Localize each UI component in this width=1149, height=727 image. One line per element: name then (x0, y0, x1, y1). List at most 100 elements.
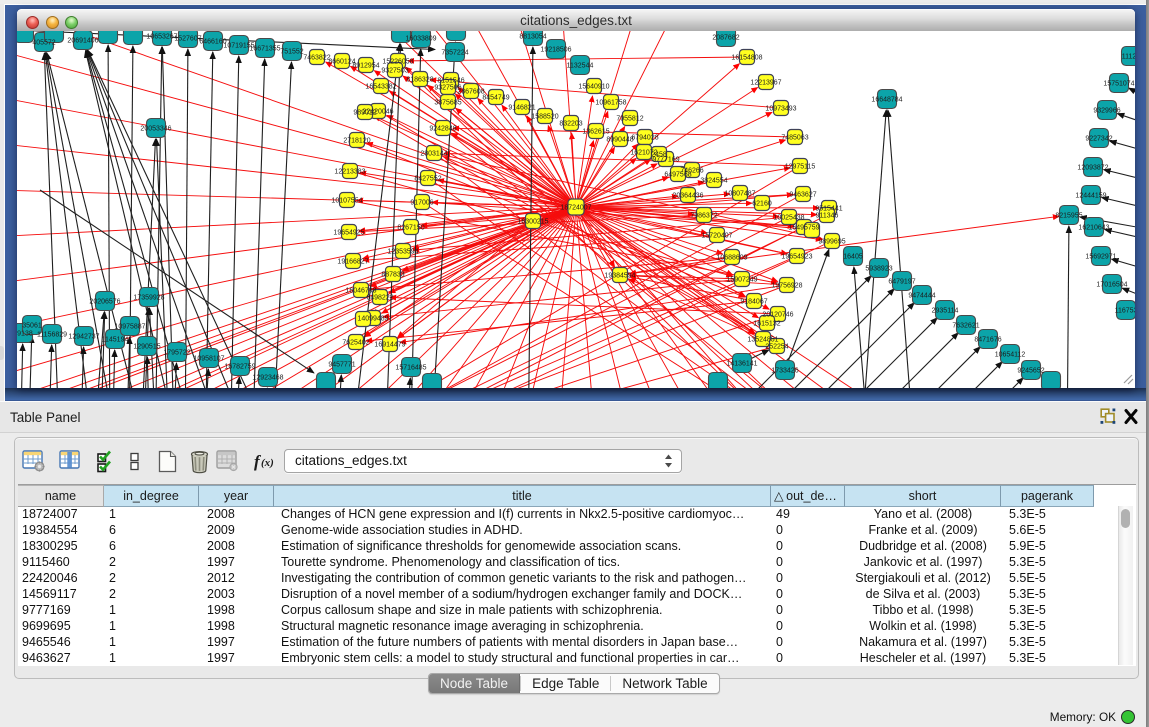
svg-text:12213383: 12213383 (334, 169, 365, 176)
svg-text:16543382: 16543382 (365, 84, 396, 91)
svg-text:7463822: 7463822 (303, 55, 330, 62)
svg-text:11156829: 11156829 (37, 332, 67, 339)
svg-text:12353594: 12353594 (387, 249, 418, 256)
svg-text:10958107: 10958107 (193, 356, 224, 363)
svg-text:8186328: 8186328 (406, 77, 433, 84)
svg-text:17359928: 17359928 (133, 295, 164, 302)
svg-text:8912954: 8912954 (352, 63, 379, 70)
svg-text:10975887: 10975887 (114, 324, 145, 331)
svg-text:7485063: 7485063 (781, 135, 808, 142)
svg-text:1795722: 1795722 (163, 350, 190, 357)
svg-text:15720407: 15720407 (701, 233, 732, 240)
svg-text:16671355: 16671355 (249, 46, 280, 53)
svg-text:6497568: 6497568 (664, 172, 691, 179)
svg-text:20053346: 20053346 (140, 126, 171, 133)
svg-text:7955812: 7955812 (616, 116, 643, 123)
svg-text:16782759: 16782759 (224, 364, 255, 371)
svg-text:9227342: 9227342 (1085, 136, 1112, 143)
svg-text:1132544: 1132544 (567, 63, 594, 70)
svg-text:12093872: 12093872 (1077, 165, 1108, 172)
svg-text:62160: 62160 (752, 201, 772, 208)
svg-text:405572: 405572 (32, 40, 55, 47)
svg-text:14136141: 14136141 (726, 361, 757, 368)
svg-text:15226058: 15226058 (382, 59, 413, 66)
svg-text:8215955: 8215955 (1055, 213, 1082, 220)
svg-text:10961758: 10961758 (595, 100, 626, 107)
svg-text:18724007: 18724007 (560, 205, 591, 212)
svg-text:16300215: 16300215 (517, 219, 548, 226)
svg-text:2458: 2458 (651, 152, 667, 159)
svg-text:887833: 887833 (381, 272, 404, 279)
svg-text:9899695: 9899695 (818, 239, 845, 246)
svg-text:16210643: 16210643 (1078, 225, 1109, 232)
svg-text:10653267: 10653267 (146, 34, 177, 41)
svg-text:9184067: 9184067 (740, 299, 767, 306)
svg-text:12923468: 12923468 (252, 375, 283, 382)
svg-text:15692971: 15692971 (1085, 254, 1116, 261)
svg-text:10025438: 10025438 (773, 215, 804, 222)
svg-text:3875685: 3875685 (434, 100, 461, 107)
svg-text:16914479: 16914479 (374, 342, 405, 349)
svg-text:7632621: 7632621 (952, 323, 979, 330)
svg-text:3824554: 3824554 (700, 178, 727, 185)
svg-text:2718120: 2718120 (343, 138, 370, 145)
svg-text:2935114: 2935114 (932, 308, 959, 315)
svg-text:10654112: 10654112 (995, 352, 1026, 359)
svg-text:832203: 832203 (559, 121, 582, 128)
svg-text:19384594: 19384594 (604, 273, 635, 280)
svg-text:8454749: 8454749 (482, 95, 509, 102)
svg-text:252254: 252254 (765, 344, 788, 351)
svg-text:11123: 11123 (1122, 54, 1135, 61)
svg-text:19218506: 19218506 (540, 47, 571, 54)
svg-text:20364436: 20364436 (672, 193, 703, 200)
svg-text:6498222: 6498222 (366, 295, 393, 302)
svg-text:1733426: 1733426 (771, 368, 798, 375)
svg-text:39138: 39138 (17, 331, 33, 338)
svg-text:13524851: 13524851 (747, 337, 778, 344)
svg-text:2803144: 2803144 (420, 151, 447, 158)
svg-text:16046798: 16046798 (345, 288, 376, 295)
svg-text:19654925: 19654925 (333, 230, 364, 237)
svg-text:8471676: 8471676 (974, 337, 1001, 344)
svg-text:1527607: 1527607 (174, 36, 201, 43)
svg-text:15640910: 15640910 (578, 84, 609, 91)
svg-text:9327503: 9327503 (381, 68, 408, 75)
svg-text:2867608: 2867608 (457, 89, 484, 96)
svg-text:8151546: 8151546 (437, 78, 464, 85)
svg-text:1615132: 1615132 (753, 321, 780, 328)
svg-text:19166827: 19166827 (337, 259, 368, 266)
svg-text:989012: 989012 (353, 110, 376, 117)
svg-text:20206576: 20206576 (89, 299, 120, 306)
svg-text:2087682: 2087682 (712, 35, 739, 42)
svg-text:20691406: 20691406 (67, 38, 98, 45)
svg-text:(x): (x) (261, 457, 274, 469)
svg-text:10688609: 10688609 (716, 255, 747, 262)
svg-text:5938923: 5938923 (865, 266, 892, 273)
svg-text:8267150: 8267150 (397, 225, 424, 232)
svg-text:10973493: 10973493 (765, 106, 796, 113)
svg-text:20120746: 20120746 (762, 312, 793, 319)
svg-text:19654923: 19654923 (781, 254, 812, 261)
svg-text:9463627: 9463627 (789, 192, 816, 199)
svg-text:9457771: 9457771 (328, 362, 355, 369)
svg-text:911346: 911346 (816, 213, 839, 220)
svg-text:8427552: 8427552 (414, 176, 441, 183)
svg-text:10807487: 10807487 (724, 191, 755, 198)
svg-text:15907249: 15907249 (726, 277, 757, 284)
svg-text:17016504: 17016504 (1096, 282, 1127, 289)
svg-text:9242848: 9242848 (429, 126, 456, 133)
svg-text:12942737: 12942737 (68, 334, 99, 341)
svg-text:6794028: 6794028 (631, 135, 658, 142)
svg-text:9474444: 9474444 (908, 293, 935, 300)
svg-text:9146821: 9146821 (508, 105, 535, 112)
svg-text:8813054: 8813054 (519, 34, 546, 41)
svg-text:9515441: 9515441 (815, 206, 842, 213)
svg-text:1588520: 1588520 (531, 114, 558, 121)
svg-text:12975115: 12975115 (785, 164, 816, 171)
svg-text:116753: 116753 (1115, 308, 1135, 315)
svg-text:16405: 16405 (843, 254, 863, 261)
svg-text:7986372: 7986372 (690, 213, 717, 220)
svg-text:16495759: 16495759 (788, 225, 819, 232)
svg-text:6479197: 6479197 (888, 279, 915, 286)
svg-text:16154808: 16154808 (731, 55, 762, 62)
